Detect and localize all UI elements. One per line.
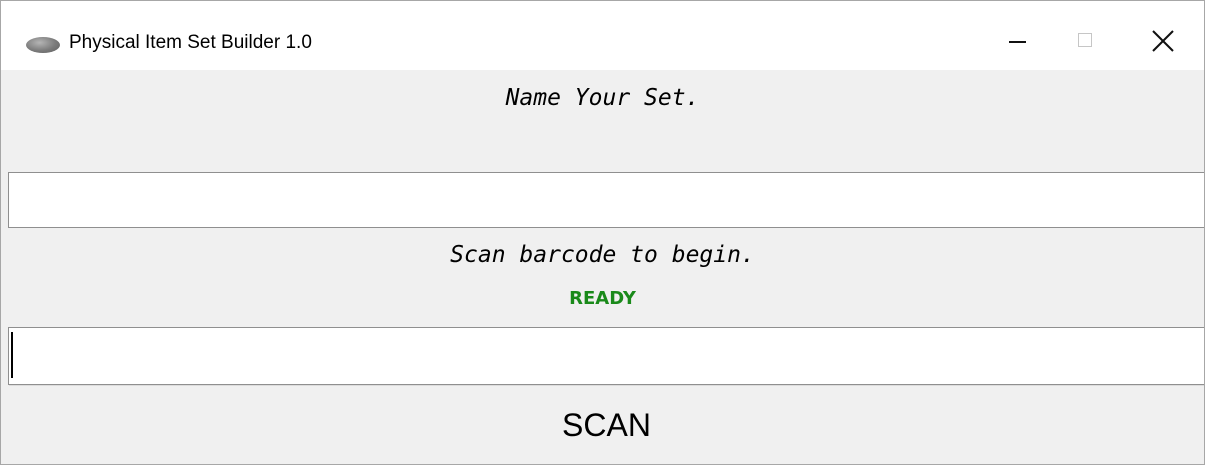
scan-button[interactable]: SCAN — [9, 385, 1204, 464]
close-icon — [1152, 30, 1174, 52]
barcode-input[interactable] — [8, 327, 1204, 385]
minimize-button[interactable] — [986, 17, 1046, 65]
window-title: Physical Item Set Builder 1.0 — [69, 32, 312, 53]
text-caret — [11, 332, 13, 378]
status-label: READY — [569, 288, 636, 309]
maximize-icon — [1078, 33, 1092, 47]
app-window: Physical Item Set Builder 1.0 Name Your … — [0, 0, 1205, 465]
name-section: Name Your Set. — [1, 70, 1204, 172]
title-bar[interactable]: Physical Item Set Builder 1.0 — [1, 1, 1204, 70]
set-name-input[interactable] — [8, 172, 1204, 228]
maximize-button[interactable] — [1056, 17, 1116, 65]
close-button[interactable] — [1131, 17, 1191, 65]
app-icon — [26, 37, 60, 53]
scan-instruction-label: Scan barcode to begin. — [450, 242, 755, 268]
minimize-icon — [1009, 41, 1026, 43]
set-name-label: Name Your Set. — [505, 85, 700, 111]
scan-section: Scan barcode to begin. READY — [1, 228, 1204, 327]
